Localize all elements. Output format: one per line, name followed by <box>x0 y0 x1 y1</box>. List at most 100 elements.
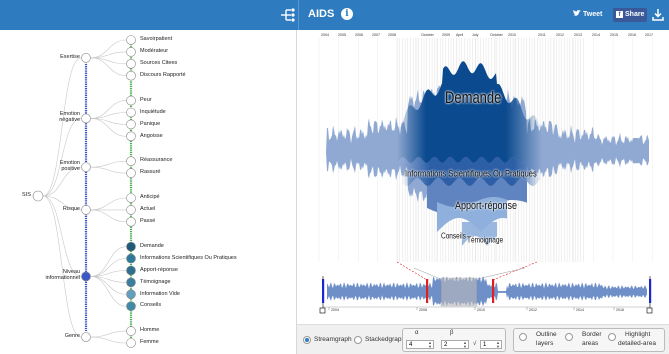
focus-connector <box>472 267 526 281</box>
tree-leaf-node[interactable] <box>126 193 136 203</box>
share-button[interactable]: f Share <box>613 8 648 22</box>
tweet-label: Tweet <box>583 11 603 18</box>
alpha-input[interactable]: 4 ▲ ▼ <box>406 340 434 349</box>
tree-group-node[interactable] <box>81 271 91 282</box>
tree-leaf-node[interactable] <box>126 277 136 288</box>
root-input[interactable]: 1 ▲ ▼ <box>480 340 502 349</box>
tree-group-node[interactable] <box>81 113 91 124</box>
streamgraph-panel: 2004 2005 2006 2007 2008 October 2009 April July… <box>297 30 669 324</box>
overview-stream[interactable] <box>327 276 647 307</box>
range-grip-right[interactable] <box>646 307 653 314</box>
tree-leaf-node[interactable] <box>126 95 136 106</box>
tree-leaf-node[interactable] <box>126 338 136 348</box>
tree-leaf-label: Sources Citees <box>140 60 178 66</box>
tree-leaf-node[interactable] <box>126 70 136 81</box>
range-handle-right[interactable] <box>492 279 495 303</box>
time-axis-label: 2017 <box>645 33 653 37</box>
alpha-stepper-icon[interactable]: ▲ ▼ <box>428 341 432 349</box>
tree-leaf-node[interactable] <box>126 253 136 264</box>
tree-leaf-node[interactable] <box>126 35 136 45</box>
time-axis-label: 2013 <box>574 33 582 37</box>
hierarchy-icon[interactable] <box>280 8 296 22</box>
tree-group-node[interactable] <box>81 162 91 172</box>
display-options-box: Outline layers Border areas Highlight de… <box>513 328 665 352</box>
tree-leaf-node[interactable] <box>126 241 136 252</box>
tree-leaf-label: Angoisse <box>140 132 163 139</box>
stackedgraph-radio[interactable] <box>354 336 362 344</box>
time-axis-label: April <box>456 33 464 37</box>
beta-stepper-icon[interactable]: ▲ ▼ <box>463 341 467 349</box>
time-axis-label: 2012 <box>556 33 564 37</box>
range-bound-right[interactable] <box>649 279 652 303</box>
time-axis-label: 2016 <box>628 33 636 37</box>
overview-axis-label: 2004 <box>331 308 339 312</box>
range-handle-left[interactable] <box>426 279 429 303</box>
tree-leaf-label: Apport-réponse <box>140 266 178 273</box>
tree-link <box>90 166 127 174</box>
tree-leaf-node[interactable] <box>126 47 136 57</box>
tree-group-node[interactable] <box>81 332 91 342</box>
tree-leaf-node[interactable] <box>126 217 136 227</box>
twitter-bird-icon <box>573 10 581 16</box>
beta-input[interactable]: 2 ▲ ▼ <box>441 340 469 349</box>
tree-leaf-node[interactable] <box>126 265 136 276</box>
overview-axis-label: 2010 <box>477 308 485 312</box>
tree-leaf-node[interactable] <box>126 131 136 142</box>
beta-label: β <box>450 330 454 336</box>
highlight-checkbox[interactable] <box>608 333 616 341</box>
tree-leaf-label: Passé <box>140 218 156 224</box>
tree-leaf-node[interactable] <box>126 326 136 336</box>
focus-connector <box>492 261 538 281</box>
info-icon[interactable]: i <box>341 8 353 20</box>
tree-leaf-label: Anticipé <box>140 194 160 201</box>
time-axis-label: October <box>421 33 434 37</box>
tree-link <box>90 336 127 344</box>
tweet-button[interactable]: Tweet <box>573 9 602 21</box>
range-grip-left[interactable] <box>319 307 326 314</box>
outline-label: Outline <box>536 331 557 338</box>
tree-leaf-label: Rassuré <box>140 169 161 176</box>
tree-group-node[interactable] <box>81 53 91 63</box>
tree-leaf-label: Information Vide <box>140 290 180 297</box>
border-areas-checkbox[interactable] <box>565 333 573 341</box>
overview-selection-window[interactable] <box>440 277 478 307</box>
time-axis-label: 2007 <box>372 33 380 37</box>
controls-bar: Streamgraph Stackedgraph α β 4 ▲ ▼ 2 ▲ ▼ √… <box>297 324 669 354</box>
download-icon[interactable] <box>652 8 664 21</box>
time-axis-label: 2015 <box>610 33 618 37</box>
stream-layer-label: Conseils <box>441 232 466 241</box>
time-axis-label: 2009 <box>442 33 450 37</box>
root-stepper-icon[interactable]: ▲ ▼ <box>496 341 500 349</box>
tree-root-label: SIS <box>22 192 31 198</box>
category-tree-panel: SIS Exertise Savoirpatient Modérateur Source… <box>0 30 296 354</box>
border-label-2: areas <box>582 340 599 347</box>
focus-connector <box>413 267 444 281</box>
title-divider <box>298 0 299 30</box>
top-bar: AIDS i Tweet f Share <box>0 0 669 30</box>
tree-leaf-label: Réassurance <box>140 157 173 164</box>
tree-group-node[interactable] <box>81 205 91 215</box>
tree-leaf-node[interactable] <box>126 119 136 130</box>
range-bound-left[interactable] <box>322 279 325 303</box>
tree-root-node[interactable] <box>32 190 44 202</box>
outline-layers-checkbox[interactable] <box>519 333 527 341</box>
tree-leaf-node[interactable] <box>126 289 136 300</box>
tree-group-label: Exertise <box>60 53 80 60</box>
root-symbol: √ <box>473 341 477 347</box>
tree-leaf-node[interactable] <box>126 58 136 69</box>
tree-leaf-label: Conseils <box>140 302 162 309</box>
overview-axis-label: 2008 <box>419 308 427 312</box>
tree-link <box>90 246 127 277</box>
tree-link <box>90 276 127 307</box>
tree-leaf-node[interactable] <box>126 168 136 178</box>
streamgraph-radio[interactable] <box>303 336 311 344</box>
facebook-icon: f <box>616 11 623 18</box>
time-axis-label: 2014 <box>592 33 600 37</box>
tree-link <box>42 118 82 197</box>
tree-leaf-node[interactable] <box>126 156 136 166</box>
tree-leaf-node[interactable] <box>126 301 136 312</box>
tree-leaf-node[interactable] <box>126 205 136 215</box>
tree-leaf-node[interactable] <box>126 107 136 118</box>
highlight-label-2: detailed-area <box>618 340 656 347</box>
tree-group-label: Niveau informationnel <box>45 269 80 281</box>
